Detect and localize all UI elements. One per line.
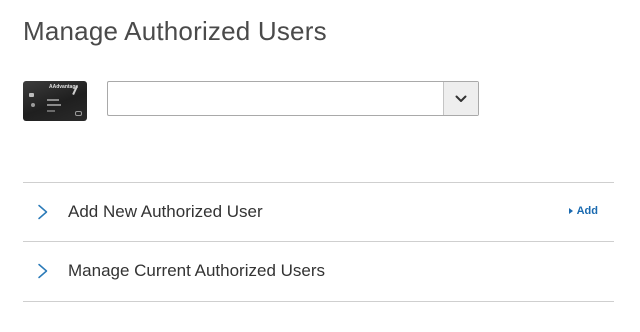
section-divider [23,301,614,302]
chevron-down-icon[interactable] [443,82,478,115]
page-title: Manage Authorized Users [23,16,327,46]
manage-current-authorized-users-row[interactable]: Manage Current Authorized Users [23,242,614,300]
add-new-authorized-user-row[interactable]: Add New Authorized User Add [23,183,614,241]
chevron-right-icon [37,204,49,220]
add-link-label: Add [576,205,598,217]
manage-authorized-users-page: Manage Authorized Users AAdvantage Add N… [0,0,640,332]
add-link[interactable]: Add [568,205,598,217]
manage-current-authorized-users-label: Manage Current Authorized Users [68,261,326,280]
credit-card-icon: AAdvantage [23,81,87,121]
chevron-right-icon [37,263,49,279]
card-select-dropdown[interactable] [107,81,479,116]
add-new-authorized-user-label: Add New Authorized User [68,202,263,221]
triangle-right-icon [568,208,573,214]
